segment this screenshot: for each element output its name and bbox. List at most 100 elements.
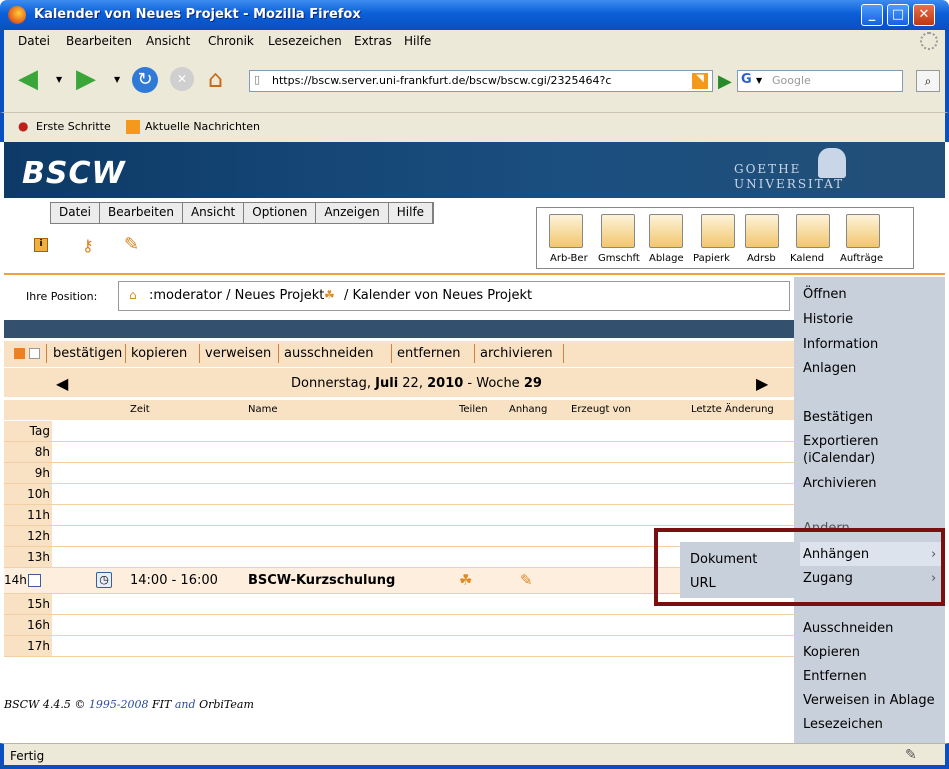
status-addon-icon[interactable]: ✎ xyxy=(905,747,917,763)
bscw-menu-optionen[interactable]: Optionen xyxy=(244,203,317,223)
home-icon[interactable]: ⌂ xyxy=(208,65,223,93)
back-dropdown-icon[interactable]: ▼ xyxy=(56,75,62,84)
forward-icon[interactable]: ▶ xyxy=(76,66,96,92)
ctx-archivieren[interactable]: Archivieren xyxy=(803,476,877,491)
action-ausschneiden[interactable]: ausschneiden xyxy=(284,346,373,361)
bscw-menu-datei[interactable]: Datei xyxy=(51,203,101,223)
kalender-icon[interactable] xyxy=(796,214,830,248)
action-separator xyxy=(391,344,392,363)
footer-years-link[interactable]: 1995-2008 xyxy=(89,698,149,711)
col-name[interactable]: Name xyxy=(248,404,278,415)
nav-label-ablage[interactable]: Ablage xyxy=(649,253,684,264)
ctx-anlagen[interactable]: Anlagen xyxy=(803,361,856,376)
google-icon[interactable]: G xyxy=(741,72,752,87)
bscw-menu-hilfe[interactable]: Hilfe xyxy=(389,203,434,223)
stop-icon[interactable]: ✕ xyxy=(170,67,194,91)
shared-icon[interactable]: ☘ xyxy=(459,571,472,589)
ctx-verweisen-in-ablage[interactable]: Verweisen in Ablage xyxy=(803,693,935,708)
back-icon[interactable]: ◀ xyxy=(18,66,38,92)
group-crumb-icon[interactable]: ☘ xyxy=(324,288,335,302)
ctx-ausschneiden[interactable]: Ausschneiden xyxy=(803,621,893,636)
ctx-entfernen[interactable]: Entfernen xyxy=(803,669,867,684)
action-bestaetigen[interactable]: bestätigen xyxy=(53,346,122,361)
ablage-icon[interactable] xyxy=(649,214,683,248)
menu-bearbeiten[interactable]: Bearbeiten xyxy=(66,34,132,48)
menu-hilfe[interactable]: Hilfe xyxy=(404,34,431,48)
ctx-kopieren[interactable]: Kopieren xyxy=(803,645,860,660)
bscw-logo[interactable]: BSCW xyxy=(22,156,126,191)
bookmark-aktuelle-nachrichten[interactable]: Aktuelle Nachrichten xyxy=(145,120,260,133)
bookmark-erste-schritte[interactable]: Erste Schritte xyxy=(36,120,111,133)
bscw-menubar: Datei Bearbeiten Ansicht Optionen Anzeig… xyxy=(50,202,435,224)
clock-icon[interactable]: ◷ xyxy=(96,572,112,588)
home-crumb-icon[interactable]: ⌂ xyxy=(129,288,137,302)
previous-week-icon[interactable]: ◀ xyxy=(56,374,68,393)
reload-icon[interactable]: ↻ xyxy=(132,67,158,93)
edit-note-icon[interactable]: ✎ xyxy=(124,234,139,255)
menu-chronik[interactable]: Chronik xyxy=(208,34,254,48)
adressbuch-icon[interactable] xyxy=(745,214,779,248)
breadcrumb-path[interactable]: :moderator / Neues Projekt xyxy=(149,288,324,303)
action-bar: bestätigen kopieren verweisen ausschneid… xyxy=(4,341,794,367)
ctx-historie[interactable]: Historie xyxy=(803,312,853,327)
search-field[interactable]: G ▼ Google xyxy=(737,70,903,92)
ctx-bestaetigen[interactable]: Bestätigen xyxy=(803,410,873,425)
papierkorb-icon[interactable] xyxy=(701,214,735,248)
ctx-information[interactable]: Information xyxy=(803,337,878,352)
action-verweisen[interactable]: verweisen xyxy=(205,346,271,361)
url-field[interactable]: ▯ https://bscw.server.uni-frankfurt.de/b… xyxy=(249,70,713,92)
nav-label-papierk[interactable]: Papierk xyxy=(693,253,730,264)
ctx-exportieren[interactable]: Exportieren xyxy=(803,434,878,449)
key-icon[interactable]: ⚷ xyxy=(82,236,94,255)
attachment-icon[interactable]: ✎ xyxy=(520,571,533,589)
hour-label: 11h xyxy=(4,505,52,525)
nav-label-gmschft[interactable]: Gmschft xyxy=(598,253,640,264)
action-kopieren[interactable]: kopieren xyxy=(131,346,187,361)
ctx-lesezeichen[interactable]: Lesezeichen xyxy=(803,717,883,732)
minimize-button[interactable]: _ xyxy=(861,4,883,26)
menu-datei[interactable]: Datei xyxy=(18,34,50,48)
event-name[interactable]: BSCW-Kurzschulung xyxy=(248,573,395,588)
bscw-menu-bearbeiten[interactable]: Bearbeiten xyxy=(100,203,183,223)
bscw-menu-anzeigen[interactable]: Anzeigen xyxy=(316,203,389,223)
select-all-icon[interactable] xyxy=(14,348,25,359)
col-anhang[interactable]: Anhang xyxy=(509,404,547,415)
ctx-oeffnen[interactable]: Öffnen xyxy=(803,287,847,302)
search-icon[interactable]: ⌕ xyxy=(916,70,940,92)
url-text: https://bscw.server.uni-frankfurt.de/bsc… xyxy=(272,74,612,87)
hour-label: 12h xyxy=(4,526,52,546)
footer-orbiteam[interactable]: OrbiTeam xyxy=(199,698,254,711)
search-engine-dropdown-icon[interactable]: ▼ xyxy=(756,76,762,85)
event-checkbox[interactable] xyxy=(28,574,41,587)
info-icon[interactable]: i xyxy=(34,238,48,252)
arbeitsbereich-icon[interactable] xyxy=(549,214,583,248)
go-icon[interactable]: ▶ xyxy=(718,71,732,92)
menu-ansicht[interactable]: Ansicht xyxy=(146,34,190,48)
col-teilen[interactable]: Teilen xyxy=(459,404,488,415)
rss-icon[interactable]: ◥ xyxy=(692,73,708,89)
auftraege-icon[interactable] xyxy=(846,214,880,248)
nav-label-auftraege[interactable]: Aufträge xyxy=(840,253,883,264)
nav-label-kalend[interactable]: Kalend xyxy=(790,253,824,264)
footer-fit[interactable]: FIT xyxy=(152,698,171,711)
bscw-menu-ansicht[interactable]: Ansicht xyxy=(183,203,245,223)
menu-lesezeichen[interactable]: Lesezeichen xyxy=(268,34,342,48)
page-icon: ▯ xyxy=(254,73,261,86)
col-zeit[interactable]: Zeit xyxy=(130,404,150,415)
maximize-button[interactable]: □ xyxy=(887,4,909,26)
col-erzeugt-von[interactable]: Erzeugt von xyxy=(571,404,631,415)
menu-extras[interactable]: Extras xyxy=(354,34,392,48)
gemeinschaft-icon[interactable] xyxy=(601,214,635,248)
bookmarks-toolbar: ● Erste Schritte Aktuelle Nachrichten xyxy=(0,112,949,142)
nav-label-adrsb[interactable]: Adrsb xyxy=(747,253,776,264)
action-separator xyxy=(474,344,475,363)
nav-label-arb-ber[interactable]: Arb-Ber xyxy=(550,253,588,264)
col-letzte-aenderung[interactable]: Letzte Änderung xyxy=(691,404,774,415)
ctx-exportieren-sub[interactable]: (iCalendar) xyxy=(803,451,875,466)
next-week-icon[interactable]: ▶ xyxy=(756,374,768,393)
action-archivieren[interactable]: archivieren xyxy=(480,346,553,361)
action-entfernen[interactable]: entfernen xyxy=(397,346,461,361)
forward-dropdown-icon[interactable]: ▼ xyxy=(114,75,120,84)
close-button[interactable]: ✕ xyxy=(913,4,935,26)
deselect-icon[interactable] xyxy=(29,348,40,359)
